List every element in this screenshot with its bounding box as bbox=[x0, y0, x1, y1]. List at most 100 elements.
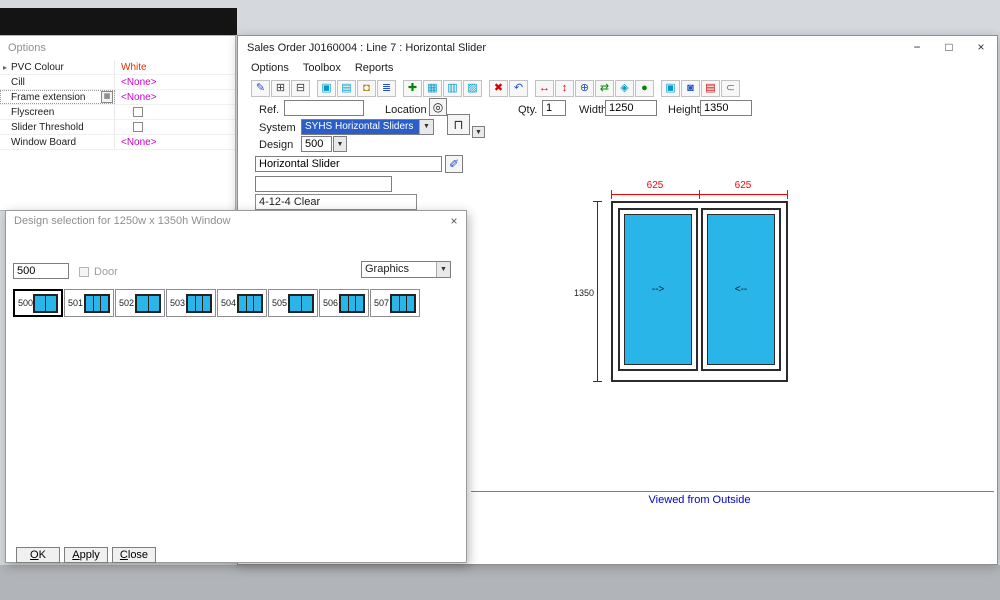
system-selected-value: SYHS Horizontal Sliders bbox=[302, 120, 419, 134]
profile-dropdown-button[interactable]: ▼ bbox=[472, 126, 485, 138]
minimize-button[interactable]: − bbox=[901, 36, 933, 59]
sash-icon[interactable]: ▤ bbox=[337, 80, 356, 97]
style-description-input[interactable] bbox=[255, 156, 442, 172]
design-preview-icon bbox=[186, 294, 212, 313]
dialog-close-icon[interactable]: × bbox=[446, 214, 462, 228]
mirror-icon[interactable]: ⇄ bbox=[595, 80, 614, 97]
design-dropdown-button[interactable]: ▼ bbox=[333, 136, 347, 152]
edit-style-button[interactable]: ✐ bbox=[445, 155, 463, 173]
menu-toolbox[interactable]: Toolbox bbox=[296, 60, 348, 76]
design-thumb-506[interactable]: 506 bbox=[319, 289, 369, 317]
option-value[interactable]: <None> bbox=[121, 137, 157, 148]
spray-icon[interactable]: ✎ bbox=[251, 80, 270, 97]
location-pin-icon: ◎ bbox=[433, 100, 443, 114]
options-panel: Options ▸PVC ColourWhiteCill<None>Frame … bbox=[0, 35, 236, 211]
dim-height: 1350 bbox=[566, 288, 594, 298]
window-title: Sales Order J0160004 : Line 7 : Horizont… bbox=[238, 42, 486, 54]
export-icon[interactable]: ▤ bbox=[701, 80, 720, 97]
delete-icon[interactable]: ✖ bbox=[489, 80, 508, 97]
width-input[interactable] bbox=[605, 100, 657, 116]
door-label: Door bbox=[94, 266, 118, 278]
option-picker-button[interactable]: ▦ bbox=[101, 91, 113, 103]
couple-icon[interactable]: ◈ bbox=[615, 80, 634, 97]
outer-frame-icon[interactable]: ▣ bbox=[317, 80, 336, 97]
graphics-selected-value: Graphics bbox=[362, 262, 436, 277]
design-filter-input[interactable] bbox=[13, 263, 69, 279]
dim-width-right: 625 bbox=[699, 180, 787, 191]
options-row[interactable]: Window Board<None> bbox=[0, 135, 235, 150]
option-value[interactable]: <None> bbox=[121, 77, 157, 88]
qty-label: Qty. bbox=[518, 104, 537, 116]
design-thumb-505[interactable]: 505 bbox=[268, 289, 318, 317]
options-row[interactable]: Slider Threshold bbox=[0, 120, 235, 135]
design-input[interactable] bbox=[301, 136, 332, 152]
profile-preview-button[interactable]: ⊓ bbox=[447, 114, 470, 135]
options-row[interactable]: Flyscreen bbox=[0, 105, 235, 120]
design-thumb-504[interactable]: 504 bbox=[217, 289, 267, 317]
height-label: Height bbox=[668, 104, 700, 116]
design-a-icon[interactable]: ▦ bbox=[423, 80, 442, 97]
menu-reports[interactable]: Reports bbox=[348, 60, 401, 76]
tag-icon[interactable]: ● bbox=[635, 80, 654, 97]
add-icon[interactable]: ✚ bbox=[403, 80, 422, 97]
design-id: 503 bbox=[170, 298, 185, 308]
dim-horizontal-icon[interactable]: ↔ bbox=[535, 80, 554, 97]
save-icon[interactable]: ◙ bbox=[681, 80, 700, 97]
design-c-icon[interactable]: ▨ bbox=[463, 80, 482, 97]
note-input[interactable] bbox=[255, 176, 392, 192]
options-row[interactable]: Frame extension▦<None> bbox=[0, 90, 235, 105]
design-id: 507 bbox=[374, 298, 389, 308]
door-checkbox[interactable] bbox=[79, 267, 89, 277]
option-value[interactable]: <None> bbox=[121, 92, 157, 103]
option-checkbox[interactable] bbox=[133, 122, 143, 132]
design-thumb-503[interactable]: 503 bbox=[166, 289, 216, 317]
glass-spec-box[interactable]: 4-12-4 Clear bbox=[255, 194, 417, 210]
schedule-icon[interactable]: ≣ bbox=[377, 80, 396, 97]
menu-options[interactable]: Options bbox=[244, 60, 296, 76]
system-combo[interactable]: SYHS Horizontal Sliders ▼ bbox=[301, 119, 434, 135]
toolbar: ✎⊞⊟▣▤◘≣✚▦▥▨✖↶↔↕⊕⇄◈●▣◙▤⊂ bbox=[251, 78, 997, 99]
maximize-button[interactable]: □ bbox=[933, 36, 965, 59]
frame-detail-icon[interactable]: ▣ bbox=[661, 80, 680, 97]
dialog-titlebar[interactable]: Design selection for 1250w x 1350h Windo… bbox=[6, 211, 466, 231]
close-button[interactable]: × bbox=[965, 36, 997, 59]
design-thumb-501[interactable]: 501 bbox=[64, 289, 114, 317]
frame-extension-icon[interactable]: ⊟ bbox=[291, 80, 310, 97]
graphics-combo[interactable]: Graphics ▼ bbox=[361, 261, 451, 278]
design-id: 500 bbox=[18, 298, 33, 308]
system-dropdown-arrow-icon[interactable]: ▼ bbox=[419, 120, 433, 134]
left-sash[interactable]: --> bbox=[618, 208, 698, 371]
design-id: 501 bbox=[68, 298, 83, 308]
design-thumb-502[interactable]: 502 bbox=[115, 289, 165, 317]
qty-input[interactable] bbox=[542, 100, 566, 116]
design-thumb-507[interactable]: 507 bbox=[370, 289, 420, 317]
titlebar[interactable]: Sales Order J0160004 : Line 7 : Horizont… bbox=[238, 36, 997, 59]
option-checkbox[interactable] bbox=[133, 107, 143, 117]
option-label: Cill bbox=[11, 77, 25, 88]
background-window-strip bbox=[0, 8, 237, 35]
ref-input[interactable] bbox=[284, 100, 364, 116]
right-sash[interactable]: <-- bbox=[701, 208, 781, 371]
dim-vertical-icon[interactable]: ↕ bbox=[555, 80, 574, 97]
design-thumb-500[interactable]: 500 bbox=[13, 289, 63, 317]
graphics-dropdown-arrow-icon[interactable]: ▼ bbox=[436, 262, 450, 277]
window-drawing[interactable]: --> <-- bbox=[611, 201, 788, 382]
ok-button[interactable]: OK bbox=[16, 547, 60, 563]
options-panel-title: Options bbox=[0, 36, 235, 60]
close-button-dialog[interactable]: Close bbox=[112, 547, 156, 563]
menubar: OptionsToolboxReports bbox=[238, 59, 997, 76]
options-row[interactable]: Cill <None> bbox=[0, 75, 235, 90]
zoom-icon[interactable]: ⊕ bbox=[575, 80, 594, 97]
option-value[interactable]: White bbox=[121, 62, 147, 73]
edit-pencil-icon: ✐ bbox=[449, 157, 459, 171]
design-id: 502 bbox=[119, 298, 134, 308]
lock-icon[interactable]: ◘ bbox=[357, 80, 376, 97]
options-row[interactable]: ▸PVC ColourWhite bbox=[0, 60, 235, 75]
undo-icon[interactable]: ↶ bbox=[509, 80, 528, 97]
options-grid-icon[interactable]: ⊞ bbox=[271, 80, 290, 97]
clamp-icon[interactable]: ⊂ bbox=[721, 80, 740, 97]
height-input[interactable] bbox=[700, 100, 752, 116]
design-b-icon[interactable]: ▥ bbox=[443, 80, 462, 97]
apply-button[interactable]: Apply bbox=[64, 547, 108, 563]
location-pin-button[interactable]: ◎ bbox=[429, 98, 447, 116]
